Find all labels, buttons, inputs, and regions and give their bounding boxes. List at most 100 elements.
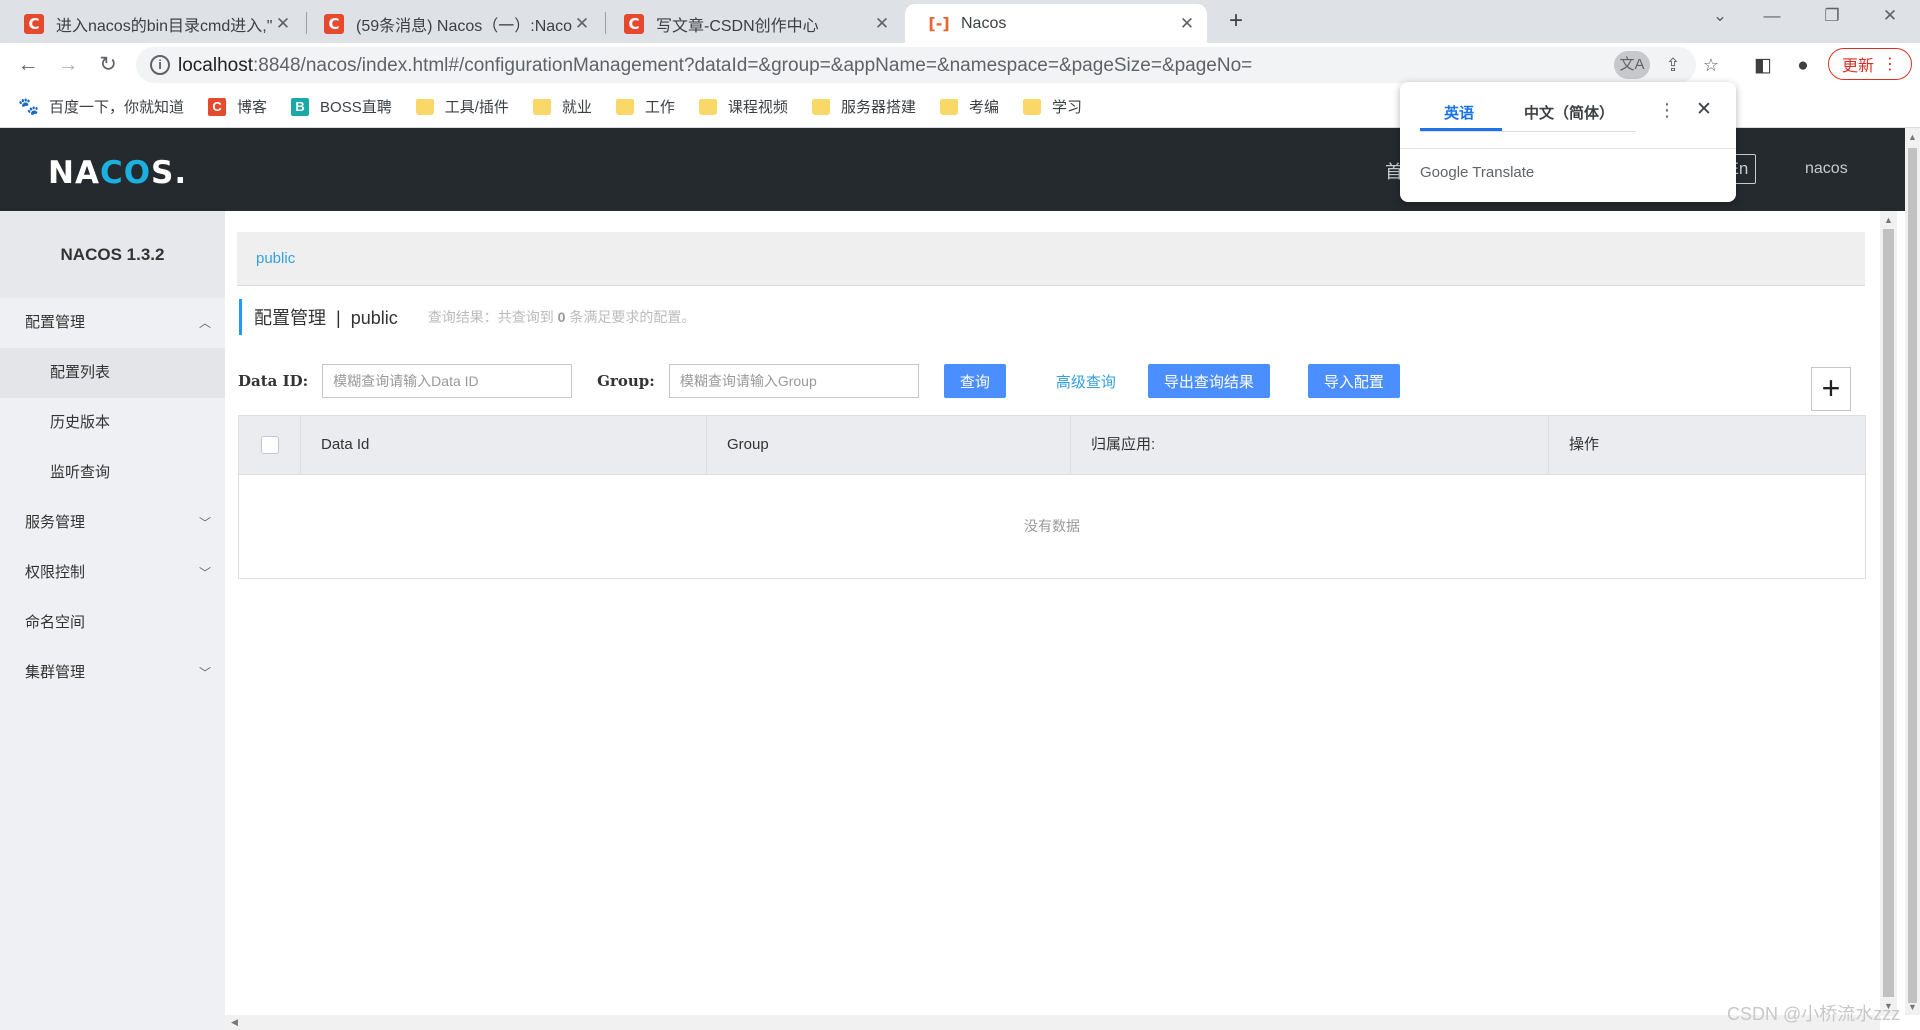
tab-title: 写文章-CSDN创作中心 <box>656 17 819 35</box>
bookmark-folder[interactable]: 考编 <box>939 96 999 117</box>
tab-title: 进入nacos的bin目录cmd进入,"... <box>56 17 273 35</box>
tab-close-icon[interactable]: ✕ <box>1177 14 1197 34</box>
bookmark-label: 工具/插件 <box>444 99 509 116</box>
sidebar-subitem-config-list[interactable]: 配置列表 <box>0 348 225 398</box>
bookmark-star-icon[interactable]: ☆ <box>1696 51 1726 79</box>
tab-title: Nacos <box>961 14 1007 32</box>
omnibox[interactable]: i localhost:8848/nacos/index.html#/confi… <box>136 47 1719 83</box>
translate-source-lang-tab[interactable]: 英语 <box>1444 102 1474 123</box>
sidebar-item-config-management[interactable]: 配置管理 ︿ <box>0 298 225 348</box>
sidebar-title: NACOS 1.3.2 <box>0 211 225 298</box>
bookmark-label: 百度一下，你就知道 <box>49 99 185 116</box>
tab-close-icon[interactable]: ✕ <box>872 14 892 34</box>
query-result-summary: 查询结果：共查询到 0 条满足要求的配置。 <box>427 309 696 325</box>
browser-tab-bar: C 进入nacos的bin目录cmd进入,"... ✕ C (59条消息) Na… <box>0 0 1920 43</box>
advanced-query-link[interactable]: 高级查询 <box>1056 371 1116 392</box>
url-text[interactable]: localhost:8848/nacos/index.html#/configu… <box>178 55 1252 77</box>
bookmark-folder[interactable]: 学习 <box>1022 96 1082 117</box>
translate-icon[interactable]: 文A <box>1614 51 1650 79</box>
scroll-up-arrow-icon[interactable]: ▲ <box>1908 132 1917 142</box>
nacos-logo[interactable]: NACOS. <box>48 155 187 191</box>
csdn-favicon-icon: C <box>24 13 44 34</box>
address-bar-row: ← → ↻ i localhost:8848/nacos/index.html#… <box>0 43 1920 86</box>
back-icon[interactable]: ← <box>14 51 42 79</box>
tab-close-icon[interactable]: ✕ <box>273 14 293 34</box>
bookmark-folder[interactable]: 服务器搭建 <box>811 96 916 117</box>
restore-icon[interactable]: ❐ <box>1812 6 1852 34</box>
content-vertical-scrollbar[interactable]: ▲ ▼ <box>1880 211 1897 1016</box>
column-header-actions: 操作 <box>1569 436 1600 453</box>
scrollbar-thumb[interactable] <box>1883 229 1894 997</box>
bookmark-label: 课程视频 <box>727 99 788 116</box>
update-button[interactable]: 更新 ⋮ <box>1828 48 1912 80</box>
table-header: Data Id Group 归属应用: 操作 <box>239 416 1865 475</box>
tab-search-icon[interactable]: ⌄ <box>1700 6 1740 34</box>
share-icon[interactable]: ⇪ <box>1658 51 1688 79</box>
bookmark-folder[interactable]: 工作 <box>615 96 675 117</box>
folder-icon <box>615 98 634 115</box>
sidebar-subitem-listener-query[interactable]: 监听查询 <box>0 448 225 498</box>
query-button[interactable]: 查询 <box>943 364 1006 398</box>
scroll-down-arrow-icon[interactable]: ▼ <box>1908 1002 1917 1012</box>
scroll-up-arrow-icon[interactable]: ▲ <box>1884 215 1893 225</box>
sidebar-item-access-control[interactable]: 权限控制 ﹀ <box>0 548 225 598</box>
forward-icon[interactable]: → <box>54 51 82 79</box>
namespace-bar: public <box>237 232 1865 286</box>
browser-tab-active[interactable]: [-] Nacos ✕ <box>905 4 1207 43</box>
translate-divider <box>1400 148 1736 149</box>
browser-tab[interactable]: C 写文章-CSDN创作中心 ✕ <box>600 4 902 43</box>
select-all-checkbox[interactable] <box>261 436 279 454</box>
import-config-button[interactable]: 导入配置 <box>1307 364 1400 398</box>
sidebar-item-service-management[interactable]: 服务管理 ﹀ <box>0 498 225 548</box>
bookmark-label: 考编 <box>968 99 999 116</box>
namespace-tab-public[interactable]: public <box>256 250 295 267</box>
user-menu[interactable]: nacos <box>1805 160 1848 178</box>
sidebar-item-cluster-management[interactable]: 集群管理 ﹀ <box>0 648 225 698</box>
bookmark-folder[interactable]: 工具/插件 <box>415 96 509 117</box>
translate-options-icon[interactable]: ⋮ <box>1658 100 1676 121</box>
page-vertical-scrollbar[interactable]: ▲ ▼ <box>1905 128 1920 1015</box>
sidebar-subitem-history[interactable]: 历史版本 <box>0 398 225 448</box>
boss-icon: B <box>291 97 310 116</box>
bookmark-boss[interactable]: B BOSS直聘 <box>291 96 392 117</box>
reload-icon[interactable]: ↻ <box>94 51 122 79</box>
bookmark-folder[interactable]: 课程视频 <box>698 96 788 117</box>
profile-avatar-icon[interactable]: ● <box>1789 52 1817 80</box>
bookmark-blog[interactable]: C 博客 <box>208 96 267 117</box>
sidebar: NACOS 1.3.2 配置管理 ︿ 配置列表 历史版本 监听查询 服务管理 ﹀… <box>0 211 225 1030</box>
horizontal-scrollbar[interactable]: ◀ <box>225 1015 1880 1030</box>
browser-tab[interactable]: C 进入nacos的bin目录cmd进入,"... ✕ <box>0 4 303 43</box>
bookmark-folder[interactable]: 就业 <box>532 96 592 117</box>
scroll-left-arrow-icon[interactable]: ◀ <box>231 1017 238 1028</box>
group-input[interactable]: 模糊查询请输入Group <box>668 364 919 398</box>
bookmark-label: 学习 <box>1051 99 1082 116</box>
table-empty-text: 没有数据 <box>1024 518 1080 534</box>
column-header-group[interactable]: Group <box>707 416 1071 474</box>
column-header-app[interactable]: 归属应用: <box>1071 416 1549 474</box>
column-header-dataid[interactable]: Data Id <box>301 416 707 474</box>
export-results-button[interactable]: 导出查询结果 <box>1147 364 1270 398</box>
dataid-input[interactable]: 模糊查询请输入Data ID <box>322 364 573 398</box>
side-panel-icon[interactable]: ◧ <box>1749 52 1777 80</box>
config-table: Data Id Group 归属应用: 操作 没有数据 <box>238 415 1866 579</box>
bookmark-label: 就业 <box>561 99 592 116</box>
tab-close-icon[interactable]: ✕ <box>572 14 592 34</box>
csdn-favicon-icon: C <box>624 13 644 34</box>
browser-tab[interactable]: C (59条消息) Nacos（一）:Nacos... ✕ <box>300 4 602 43</box>
translate-target-lang-tab[interactable]: 中文（简体） <box>1524 102 1614 123</box>
sidebar-item-namespace[interactable]: 命名空间 <box>0 598 225 648</box>
translate-close-icon[interactable]: ✕ <box>1696 98 1712 121</box>
minimize-icon[interactable]: — <box>1752 6 1792 34</box>
menu-dots-icon: ⋮ <box>1882 56 1898 73</box>
site-info-icon[interactable]: i <box>150 55 170 75</box>
window-close-icon[interactable]: ✕ <box>1870 6 1910 34</box>
folder-icon <box>415 98 434 115</box>
add-config-button[interactable]: + <box>1811 367 1851 411</box>
sidebar-item-label: 服务管理 <box>25 514 86 531</box>
scrollbar-thumb[interactable] <box>1908 148 1917 1003</box>
page-heading: 配置管理 | public 查询结果：共查询到 0 条满足要求的配置。 <box>239 299 695 335</box>
folder-icon <box>698 98 717 115</box>
bookmark-baidu[interactable]: 🐾 百度一下，你就知道 <box>18 96 185 117</box>
new-tab-icon[interactable]: + <box>1222 8 1250 36</box>
chevron-down-icon: ﹀ <box>198 566 211 580</box>
